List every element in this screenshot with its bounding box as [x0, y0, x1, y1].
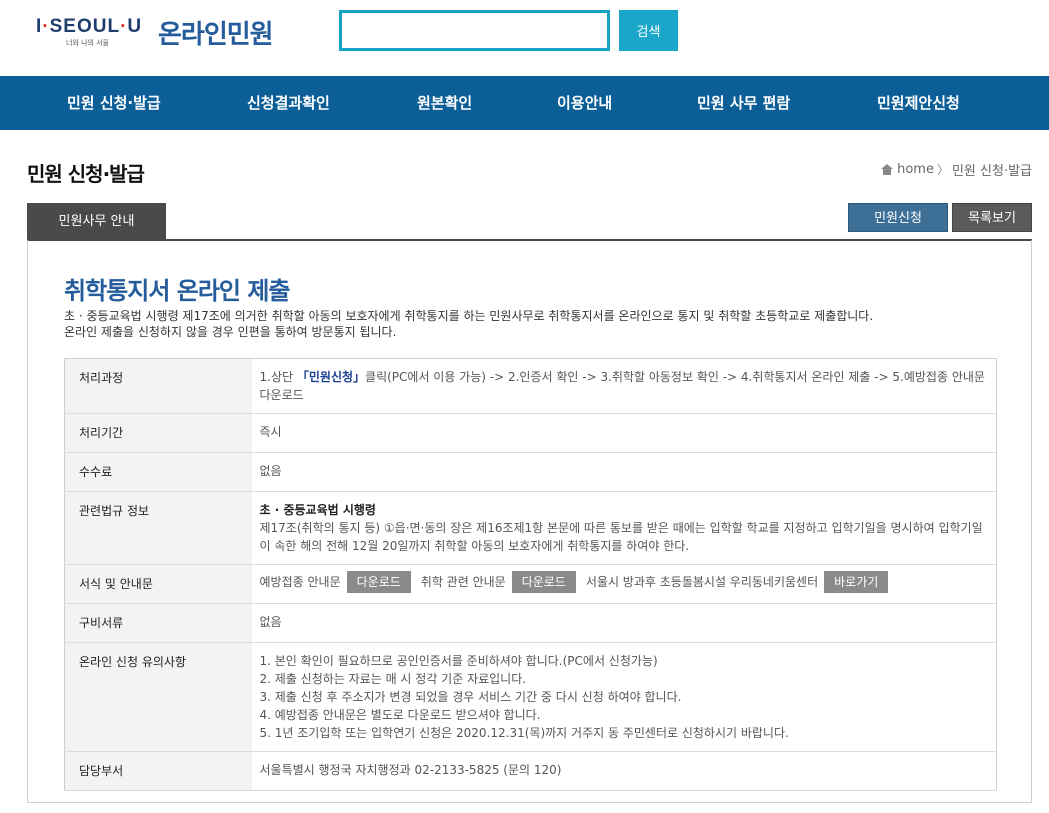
- note-item: 5. 1년 조기입학 또는 입학연기 신청은 2020.12.31(목)까지 거…: [259, 726, 789, 740]
- goto-kium-center-button[interactable]: 바로가기: [824, 571, 889, 593]
- row-label-department: 담당부서: [64, 751, 252, 791]
- nav-item-apply-issue[interactable]: 민원 신청·발급: [67, 76, 161, 130]
- nav-item-result-check[interactable]: 신청결과확인: [247, 76, 330, 130]
- nav-item-proposal[interactable]: 민원제안신청: [877, 76, 960, 130]
- page-title: 민원 신청·발급: [27, 162, 145, 186]
- row-value-department: 서울특별시 행정국 자치행정과 02-2133-5825 (문의 120): [251, 751, 997, 791]
- apply-link-text: 「민원신청」: [296, 370, 366, 384]
- form-label-kium-center: 서울시 방과후 초등돌봄시설 우리동네키움센터: [585, 575, 819, 589]
- note-item: 1. 본인 확인이 필요하므로 공인인증서를 준비하셔야 합니다.(PC에서 신…: [259, 654, 658, 668]
- home-icon[interactable]: [881, 164, 894, 175]
- table-row: 관련법규 정보 초 · 중등교육법 시행령제17조(취학의 통지 등) ①읍·면…: [64, 491, 997, 565]
- row-value-fee: 없음: [251, 452, 997, 492]
- logo-tagline: 너와 나의 서울: [66, 39, 110, 47]
- breadcrumb: home 〉 민원 신청·발급: [881, 160, 1032, 179]
- table-row: 수수료 없음: [64, 452, 997, 492]
- download-vaccination-button[interactable]: 다운로드: [346, 571, 411, 593]
- download-school-button[interactable]: 다운로드: [511, 571, 576, 593]
- form-label-vaccination: 예방접종 안내문: [259, 575, 341, 589]
- site-header: I·SEOUL·U 너와 나의 서울 온라인민원 검색: [0, 0, 1049, 76]
- apply-button[interactable]: 민원신청: [848, 203, 948, 232]
- row-value-notes: 1. 본인 확인이 필요하므로 공인인증서를 준비하셔야 합니다.(PC에서 신…: [251, 642, 997, 752]
- description-line: 온라인 제출을 신청하지 않을 경우 인편을 통하여 방문통지 됩니다.: [64, 325, 397, 339]
- note-item: 4. 예방접종 안내문은 별도로 다운로드 받으셔야 합니다.: [259, 708, 541, 722]
- law-text: 제17조(취학의 통지 등) ①읍·면·동의 장은 제16조제1항 본문에 따른…: [259, 521, 983, 553]
- row-value-period: 즉시: [251, 413, 997, 453]
- row-label-forms: 서식 및 안내문: [64, 564, 252, 604]
- table-row: 담당부서 서울특별시 행정국 자치행정과 02-2133-5825 (문의 12…: [64, 751, 997, 791]
- document-description: 초 · 중등교육법 시행령 제17조에 의거한 취학할 아동의 보호자에게 취학…: [64, 308, 873, 340]
- logo-brand: I·SEOUL·U: [36, 16, 143, 37]
- breadcrumb-home[interactable]: home: [897, 162, 934, 177]
- row-label-process: 처리과정: [64, 358, 252, 414]
- table-row: 서식 및 안내문 예방접종 안내문 다운로드 취학 관련 안내문 다운로드 서울시 방과…: [64, 564, 997, 604]
- note-item: 3. 제출 신청 후 주소지가 변경 되었을 경우 서비스 기간 중 다시 신청…: [259, 690, 682, 704]
- row-label-notes: 온라인 신청 유의사항: [64, 642, 252, 752]
- content-panel: 취학통지서 온라인 제출 초 · 중등교육법 시행령 제17조에 의거한 취학할…: [27, 239, 1032, 803]
- list-button[interactable]: 목록보기: [952, 203, 1032, 232]
- breadcrumb-current: 민원 신청·발급: [951, 164, 1032, 179]
- site-title: 온라인민원: [158, 20, 274, 50]
- info-table: 처리과정 1.상단 「민원신청」클릭(PC에서 이용 가능) -> 2.인증서 …: [64, 358, 997, 791]
- main-nav: 민원 신청·발급 신청결과확인 원본확인 이용안내 민원 사무 편람 민원제안신…: [0, 76, 1049, 130]
- chevron-right-icon: 〉: [936, 163, 949, 177]
- law-title: 초 · 중등교육법 시행령: [259, 503, 376, 517]
- row-label-documents: 구비서류: [64, 603, 252, 643]
- row-label-law: 관련법규 정보: [64, 491, 252, 565]
- nav-item-guide[interactable]: 이용안내: [557, 76, 612, 130]
- search-input[interactable]: [339, 10, 610, 51]
- form-label-school: 취학 관련 안내문: [420, 575, 506, 589]
- row-value-forms: 예방접종 안내문 다운로드 취학 관련 안내문 다운로드 서울시 방과후 초등돌봄시설 …: [251, 564, 997, 604]
- table-row: 온라인 신청 유의사항 1. 본인 확인이 필요하므로 공인인증서를 준비하셔야…: [64, 642, 997, 752]
- document-title: 취학통지서 온라인 제출: [64, 277, 291, 305]
- search-button[interactable]: 검색: [619, 10, 678, 51]
- row-label-fee: 수수료: [64, 452, 252, 492]
- note-item: 2. 제출 신청하는 자료는 매 시 정각 기준 자료입니다.: [259, 672, 527, 686]
- row-value-process: 1.상단 「민원신청」클릭(PC에서 이용 가능) -> 2.인증서 확인 ->…: [251, 358, 997, 414]
- table-row: 처리기간 즉시: [64, 413, 997, 453]
- table-row: 구비서류 없음: [64, 603, 997, 643]
- tab-service-guide[interactable]: 민원사무 안내: [27, 203, 166, 240]
- row-value-documents: 없음: [251, 603, 997, 643]
- nav-item-manual[interactable]: 민원 사무 편람: [697, 76, 790, 130]
- row-label-period: 처리기간: [64, 413, 252, 453]
- description-line: 초 · 중등교육법 시행령 제17조에 의거한 취학할 아동의 보호자에게 취학…: [64, 309, 874, 323]
- nav-item-original-check[interactable]: 원본확인: [417, 76, 472, 130]
- table-row: 처리과정 1.상단 「민원신청」클릭(PC에서 이용 가능) -> 2.인증서 …: [64, 358, 997, 414]
- row-value-law: 초 · 중등교육법 시행령제17조(취학의 통지 등) ①읍·면·동의 장은 제…: [251, 491, 997, 565]
